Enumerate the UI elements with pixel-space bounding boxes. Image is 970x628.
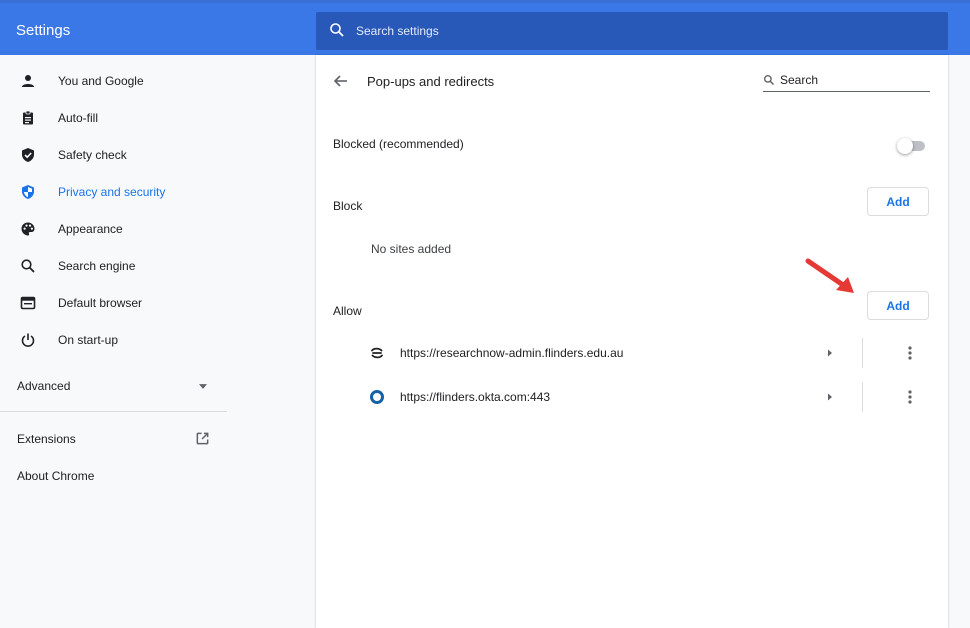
site-url: https://researchnow-admin.flinders.edu.a… bbox=[400, 346, 624, 360]
allow-add-button[interactable]: Add bbox=[867, 291, 929, 320]
sidebar-item-label: On start-up bbox=[58, 332, 119, 347]
more-actions-icon[interactable] bbox=[900, 343, 920, 363]
blocked-toggle[interactable] bbox=[897, 138, 929, 154]
sidebar-item-default-browser[interactable]: Default browser bbox=[0, 284, 236, 321]
back-arrow-icon[interactable] bbox=[333, 73, 349, 89]
page-search-input[interactable] bbox=[780, 70, 928, 90]
shield-check-icon bbox=[22, 147, 34, 162]
sidebar-item-label: Privacy and security bbox=[58, 184, 166, 199]
red-arrow-annotation-icon bbox=[805, 258, 854, 293]
open-in-new-icon bbox=[196, 432, 209, 445]
sidebar-item-search-engine[interactable]: Search engine bbox=[0, 247, 236, 284]
palette-icon bbox=[21, 222, 35, 235]
extensions-label: Extensions bbox=[17, 432, 76, 446]
sidebar-item-auto-fill[interactable]: Auto-fill bbox=[0, 99, 236, 136]
browser-window-icon bbox=[20, 296, 36, 309]
sidebar-divider bbox=[0, 411, 227, 412]
settings-search-input[interactable] bbox=[356, 12, 926, 50]
advanced-label: Advanced bbox=[17, 379, 71, 393]
sidebar-item-label: Auto-fill bbox=[58, 110, 99, 125]
site-url: https://flinders.okta.com:443 bbox=[400, 390, 551, 404]
sidebar-extensions[interactable]: Extensions bbox=[0, 421, 227, 455]
settings-header: Settings bbox=[0, 0, 970, 55]
expand-arrow-icon[interactable] bbox=[824, 389, 836, 405]
site-row: https://researchnow-admin.flinders.edu.a… bbox=[316, 330, 948, 376]
power-icon bbox=[21, 333, 35, 347]
popups-settings-panel: Pop-ups and redirects Blocked (recommend… bbox=[316, 55, 948, 628]
search-icon bbox=[763, 74, 775, 86]
search-icon bbox=[21, 258, 35, 273]
shield-icon bbox=[22, 184, 34, 199]
sidebar: You and Google Auto-fill Safety check Pr… bbox=[0, 55, 236, 628]
sidebar-about-chrome[interactable]: About Chrome bbox=[0, 458, 227, 492]
about-chrome-label: About Chrome bbox=[17, 469, 95, 483]
row-separator bbox=[862, 382, 863, 412]
clipboard-icon bbox=[23, 110, 33, 124]
sidebar-item-label: Appearance bbox=[58, 221, 123, 236]
person-icon bbox=[22, 74, 34, 87]
sidebar-advanced[interactable]: Advanced bbox=[0, 367, 227, 404]
researchnow-favicon-icon bbox=[371, 347, 383, 359]
sidebar-item-label: Safety check bbox=[58, 147, 127, 162]
okta-favicon-icon bbox=[370, 390, 384, 404]
sidebar-item-on-start-up[interactable]: On start-up bbox=[0, 321, 236, 358]
search-icon bbox=[330, 23, 344, 37]
block-add-button[interactable]: Add bbox=[867, 187, 929, 216]
caret-down-icon bbox=[199, 384, 207, 389]
blocked-label: Blocked (recommended) bbox=[333, 137, 464, 151]
allow-section-heading: Allow bbox=[333, 304, 362, 318]
sidebar-item-safety-check[interactable]: Safety check bbox=[0, 136, 236, 173]
settings-search-box[interactable] bbox=[316, 12, 948, 50]
row-separator bbox=[862, 338, 863, 368]
app-title: Settings bbox=[16, 22, 71, 39]
more-actions-icon[interactable] bbox=[900, 387, 920, 407]
page-search-box[interactable] bbox=[763, 70, 930, 92]
sidebar-item-you-and-google[interactable]: You and Google bbox=[0, 62, 236, 99]
sidebar-item-appearance[interactable]: Appearance bbox=[0, 210, 236, 247]
block-section-heading: Block bbox=[333, 199, 363, 213]
toggle-knob bbox=[897, 138, 913, 154]
page-title: Pop-ups and redirects bbox=[367, 74, 495, 89]
expand-arrow-icon[interactable] bbox=[824, 345, 836, 361]
sidebar-item-label: Default browser bbox=[58, 295, 143, 310]
block-empty-text: No sites added bbox=[371, 242, 452, 256]
site-row: https://flinders.okta.com:443 bbox=[316, 374, 948, 420]
sidebar-item-label: Search engine bbox=[58, 258, 136, 273]
sidebar-item-label: You and Google bbox=[58, 73, 144, 88]
sidebar-item-privacy-and-security[interactable]: Privacy and security bbox=[0, 173, 236, 210]
